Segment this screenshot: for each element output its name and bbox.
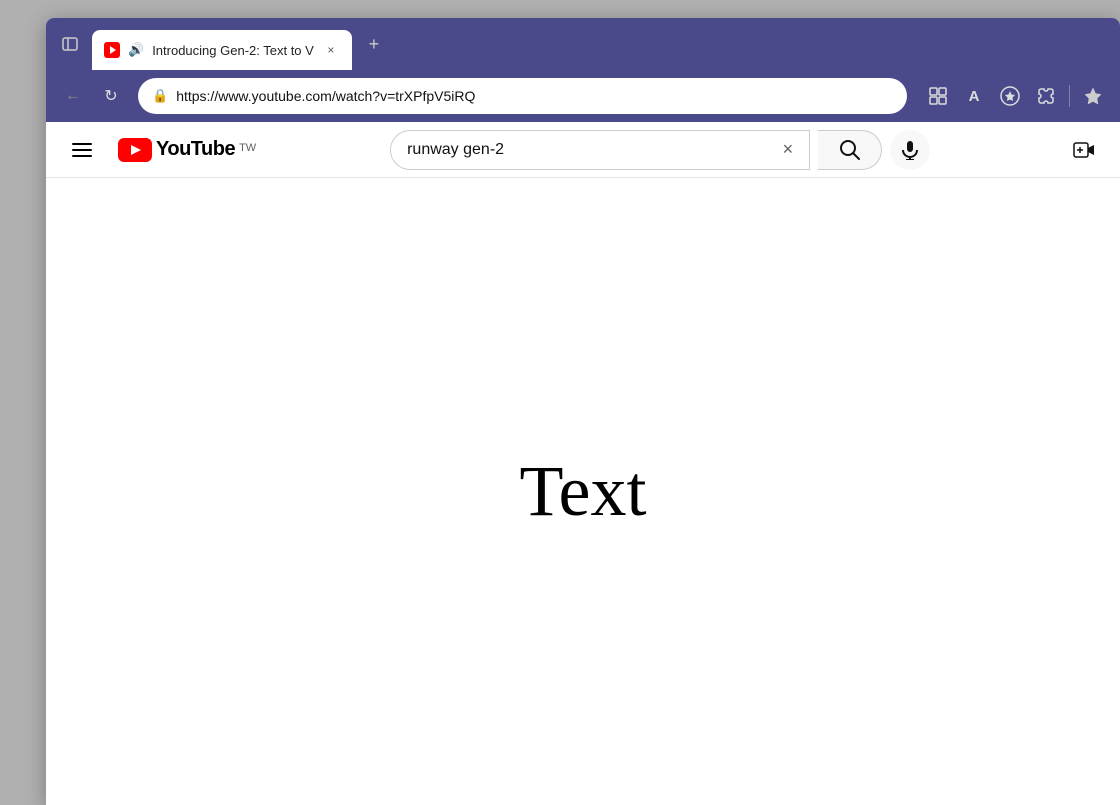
search-button[interactable]	[818, 130, 882, 170]
address-bar-row: ← ↻ 🔒 https://www.youtube.com/watch?v=tr…	[46, 70, 1120, 122]
menu-button[interactable]	[62, 130, 102, 170]
tab-title: Introducing Gen-2: Text to V	[152, 43, 314, 58]
toolbar-divider	[1069, 85, 1070, 107]
active-tab[interactable]: 🔊 Introducing Gen-2: Text to V ×	[92, 30, 352, 70]
refresh-icon: ↻	[104, 86, 117, 106]
search-box[interactable]: runway gen-2 ×	[390, 130, 810, 170]
search-area: runway gen-2 ×	[272, 130, 1048, 170]
main-content: Text	[46, 178, 1120, 805]
youtube-logo-text: YouTube	[156, 138, 235, 161]
back-button[interactable]: ←	[56, 79, 90, 113]
tab-favicon	[104, 42, 120, 58]
grid-view-button[interactable]	[921, 79, 955, 113]
tab-close-button[interactable]: ×	[322, 41, 340, 59]
page-content: YouTube TW runway gen-2 ×	[46, 122, 1120, 805]
main-text: Text	[520, 450, 647, 533]
sidebar-button[interactable]	[54, 28, 86, 60]
youtube-logo-tw: TW	[239, 142, 256, 154]
new-tab-button[interactable]: +	[356, 26, 392, 62]
refresh-button[interactable]: ↻	[94, 79, 128, 113]
address-text: https://www.youtube.com/watch?v=trXPfpV5…	[176, 88, 893, 104]
youtube-logo[interactable]: YouTube TW	[118, 138, 256, 162]
star-filled-button[interactable]	[993, 79, 1027, 113]
search-clear-button[interactable]: ×	[783, 139, 794, 160]
youtube-logo-icon	[118, 138, 152, 162]
tab-audio-icon: 🔊	[128, 42, 144, 58]
create-video-button[interactable]	[1064, 130, 1104, 170]
youtube-header: YouTube TW runway gen-2 ×	[46, 122, 1120, 178]
voice-search-button[interactable]	[890, 130, 930, 170]
browser-window: 🔊 Introducing Gen-2: Text to V × + ← ↻ 🔒…	[46, 18, 1120, 805]
back-icon: ←	[65, 87, 81, 105]
header-right	[1064, 130, 1104, 170]
tab-bar: 🔊 Introducing Gen-2: Text to V × +	[46, 18, 1120, 70]
toolbar-icons: A	[921, 79, 1110, 113]
favorites-button[interactable]	[1076, 79, 1110, 113]
font-icon: A	[969, 88, 980, 105]
lock-icon: 🔒	[152, 88, 168, 104]
search-input[interactable]: runway gen-2	[407, 141, 774, 159]
reader-view-button[interactable]: A	[957, 79, 991, 113]
address-bar[interactable]: 🔒 https://www.youtube.com/watch?v=trXPfp…	[138, 78, 907, 114]
extensions-button[interactable]	[1029, 79, 1063, 113]
